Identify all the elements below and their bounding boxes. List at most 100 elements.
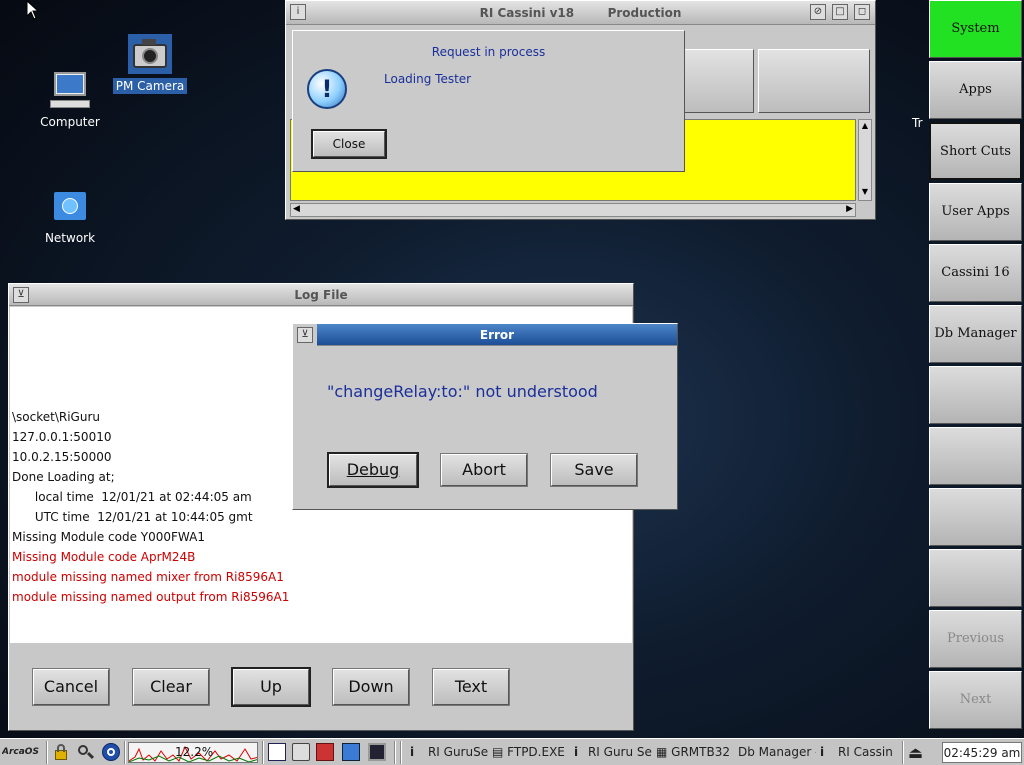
start-button[interactable]: ArcaOS xyxy=(2,742,44,763)
horizontal-scrollbar[interactable]: ◀ ▶ xyxy=(290,203,856,217)
folder-icon[interactable] xyxy=(342,743,360,761)
request-message: Loading Tester xyxy=(384,72,472,86)
task-db-manager[interactable]: Db Manager - xyxy=(738,742,816,763)
task-label: GRMTB32 xyxy=(671,745,730,759)
log-line: Done Loading at; xyxy=(12,470,115,484)
desktop-icon-network[interactable]: Network xyxy=(25,186,115,246)
close-button[interactable]: Close xyxy=(313,131,385,157)
scroll-right-icon[interactable]: ▶ xyxy=(846,204,853,214)
toolbox-icon[interactable] xyxy=(316,743,334,761)
cassini-subtitle: Production xyxy=(607,6,682,20)
taskbar: ArcaOS 12.2% i RI GuruSe ▤ FTPD.EXE i RI… xyxy=(0,738,1024,765)
maximize-icon[interactable]: ◻ xyxy=(854,4,870,20)
cpu-monitor[interactable]: 12.2% xyxy=(128,742,258,763)
log-line: Missing Module code Y000FWA1 xyxy=(12,530,205,544)
scroll-up-icon[interactable]: ▲ xyxy=(860,121,870,133)
task-label: RI Cassin xyxy=(837,745,893,759)
start-label: ArcaOS xyxy=(2,747,39,757)
panel-button-system[interactable]: System xyxy=(929,0,1022,58)
error-title: Error xyxy=(479,328,515,342)
abort-button[interactable]: Abort xyxy=(441,454,527,486)
system-menu-icon[interactable]: i xyxy=(290,4,306,20)
task-icon: i xyxy=(410,745,415,759)
desktop-icon-label: Network xyxy=(44,231,96,245)
panel-button-db-manager[interactable]: Db Manager xyxy=(929,305,1022,363)
save-button[interactable]: Save xyxy=(551,454,637,486)
log-line: 127.0.0.1:50010 xyxy=(12,430,112,444)
panel-button-cassini-16[interactable]: Cassini 16 xyxy=(929,244,1022,302)
minimize-icon[interactable]: ⊘ xyxy=(810,4,826,20)
error-message: "changeRelay:to:" not understood xyxy=(327,382,598,401)
network-folder-icon xyxy=(48,186,92,226)
task-grmtb32[interactable]: ▦ GRMTB32 xyxy=(656,742,734,763)
panel-button-user-apps[interactable]: User Apps xyxy=(929,183,1022,241)
eject-icon[interactable]: ⏏ xyxy=(908,742,932,763)
system-menu-icon[interactable]: ⊻ xyxy=(297,327,313,343)
power-icon[interactable] xyxy=(102,743,120,761)
panel-button-apps[interactable]: Apps xyxy=(929,61,1022,119)
panel-button-short-cuts[interactable]: Short Cuts xyxy=(929,122,1022,180)
cassini-panel-button[interactable] xyxy=(674,49,754,113)
task-ri-guru-se[interactable]: i RI Guru Se xyxy=(574,742,652,763)
scroll-left-icon[interactable]: ◀ xyxy=(293,204,300,214)
request-heading: Request in process xyxy=(431,45,546,59)
lock-icon[interactable] xyxy=(52,743,70,761)
desktop-icon-label: PM Camera xyxy=(112,78,188,94)
task-label: RI GuruSe xyxy=(427,745,488,759)
request-dialog: Request in process ! Loading Tester Clos… xyxy=(292,30,685,172)
log-title: Log File xyxy=(294,288,348,302)
log-line-error: Missing Module code AprM24B xyxy=(12,550,196,564)
panel-button-next[interactable]: Next xyxy=(929,671,1022,729)
log-titlebar[interactable]: Log File xyxy=(9,284,633,306)
scroll-down-icon[interactable]: ▼ xyxy=(860,187,870,199)
restore-icon[interactable]: □ xyxy=(832,4,848,20)
cassini-panel-button[interactable] xyxy=(758,49,870,113)
search-icon[interactable] xyxy=(76,743,95,761)
panel-button-empty[interactable] xyxy=(929,427,1022,485)
clock: 02:45:29 am xyxy=(942,742,1022,763)
task-label: FTPD.EXE xyxy=(507,745,565,759)
clock-label: 02:45:29 am xyxy=(943,746,1021,760)
task-icon: i xyxy=(820,745,825,759)
window-list-icon[interactable] xyxy=(268,743,286,761)
vertical-scrollbar[interactable]: ▲ ▼ xyxy=(858,119,872,201)
panel-button-previous[interactable]: Previous xyxy=(929,610,1022,668)
log-line: local time 12/01/21 at 02:44:05 am xyxy=(12,490,252,504)
desktop-icon-label: Computer xyxy=(40,115,100,129)
cpu-label: 12.2% xyxy=(175,745,214,759)
up-button[interactable]: Up xyxy=(233,669,309,705)
debug-button-label: Debug xyxy=(346,460,400,479)
clear-button[interactable]: Clear xyxy=(133,669,209,705)
panel-button-empty[interactable] xyxy=(929,366,1022,424)
system-menu-icon[interactable]: ⊻ xyxy=(13,287,29,303)
cassini-titlebar[interactable]: RI Cassini v18 Production xyxy=(286,1,875,25)
task-ri-cassin[interactable]: i RI Cassin xyxy=(820,742,898,763)
panel-button-empty[interactable] xyxy=(929,549,1022,607)
down-button[interactable]: Down xyxy=(333,669,409,705)
log-line-error: module missing named mixer from Ri8596A1 xyxy=(12,570,284,584)
desktop-icon-computer[interactable]: Computer xyxy=(25,70,115,130)
camera-icon xyxy=(128,34,172,74)
info-icon: ! xyxy=(307,69,347,109)
log-line: UTC time 12/01/21 at 10:44:05 gmt xyxy=(12,510,253,524)
task-ftpd[interactable]: ▤ FTPD.EXE xyxy=(492,742,570,763)
task-label: RI Guru Se xyxy=(587,745,652,759)
task-label: Db Manager - xyxy=(738,745,816,759)
task-icon: ▤ xyxy=(492,745,504,759)
task-ri-guruse[interactable]: i RI GuruSe xyxy=(410,742,488,763)
monitor-icon[interactable] xyxy=(368,743,386,761)
error-dialog: Error ⊻ "changeRelay:to:" not understood… xyxy=(292,323,678,510)
desktop-partial-label: Tr xyxy=(912,116,923,130)
cassini-title: RI Cassini v18 xyxy=(479,6,575,20)
drive-icon[interactable] xyxy=(292,743,310,761)
cancel-button[interactable]: Cancel xyxy=(33,669,109,705)
text-button[interactable]: Text xyxy=(433,669,509,705)
panel-button-empty[interactable] xyxy=(929,488,1022,546)
task-icon: i xyxy=(574,745,579,759)
error-titlebar[interactable]: Error xyxy=(317,324,677,346)
log-line: 10.0.2.15:50000 xyxy=(12,450,112,464)
log-line: \socket\RiGuru xyxy=(12,410,101,424)
debug-button[interactable]: Debug xyxy=(329,454,417,486)
desktop-icon-pm-camera[interactable]: PM Camera xyxy=(105,34,195,94)
computer-icon xyxy=(48,70,92,110)
